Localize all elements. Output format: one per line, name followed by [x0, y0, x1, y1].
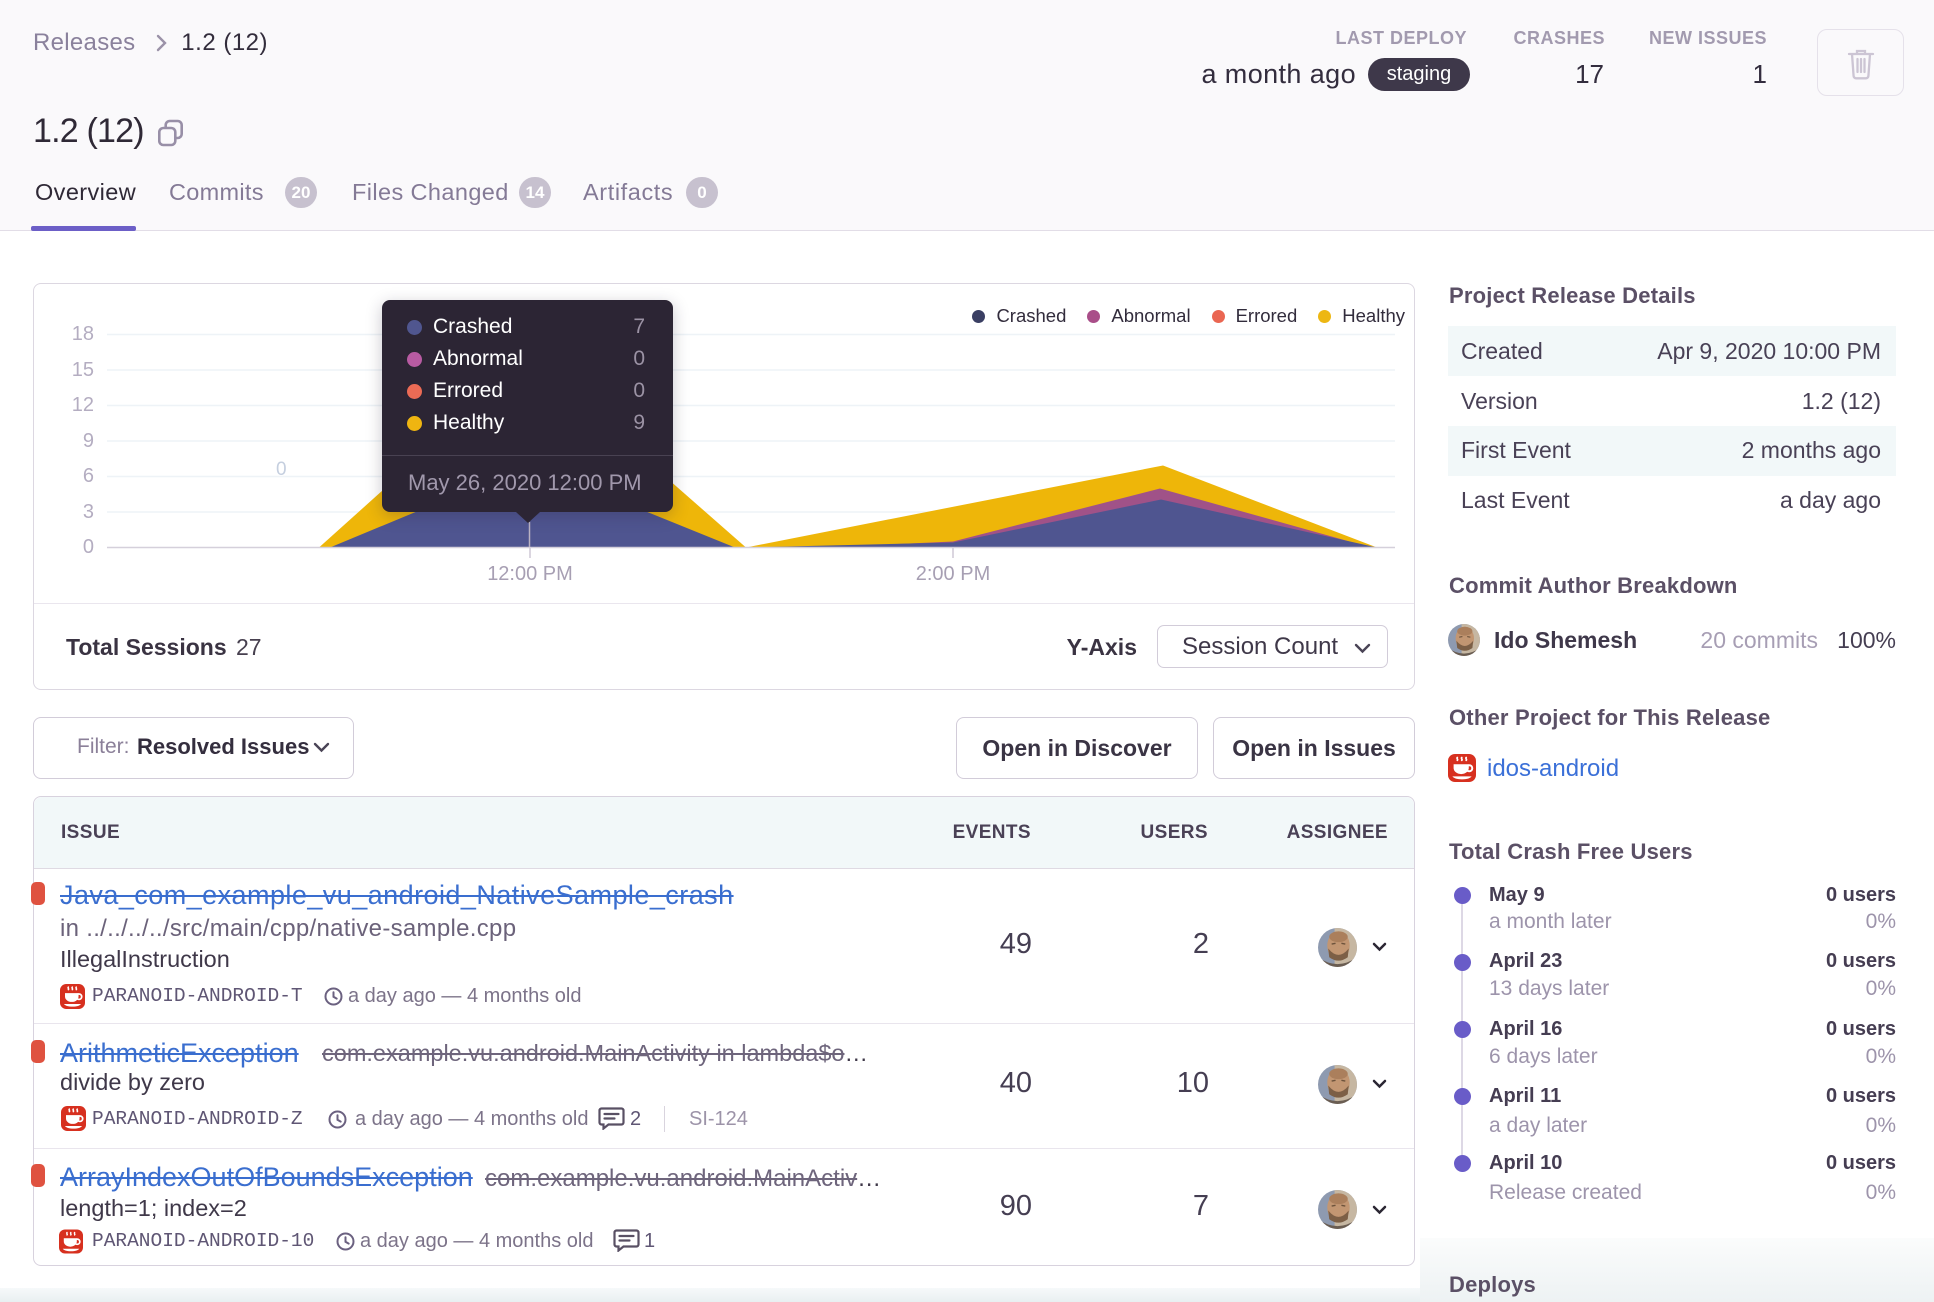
svg-text:0: 0 — [276, 459, 287, 480]
